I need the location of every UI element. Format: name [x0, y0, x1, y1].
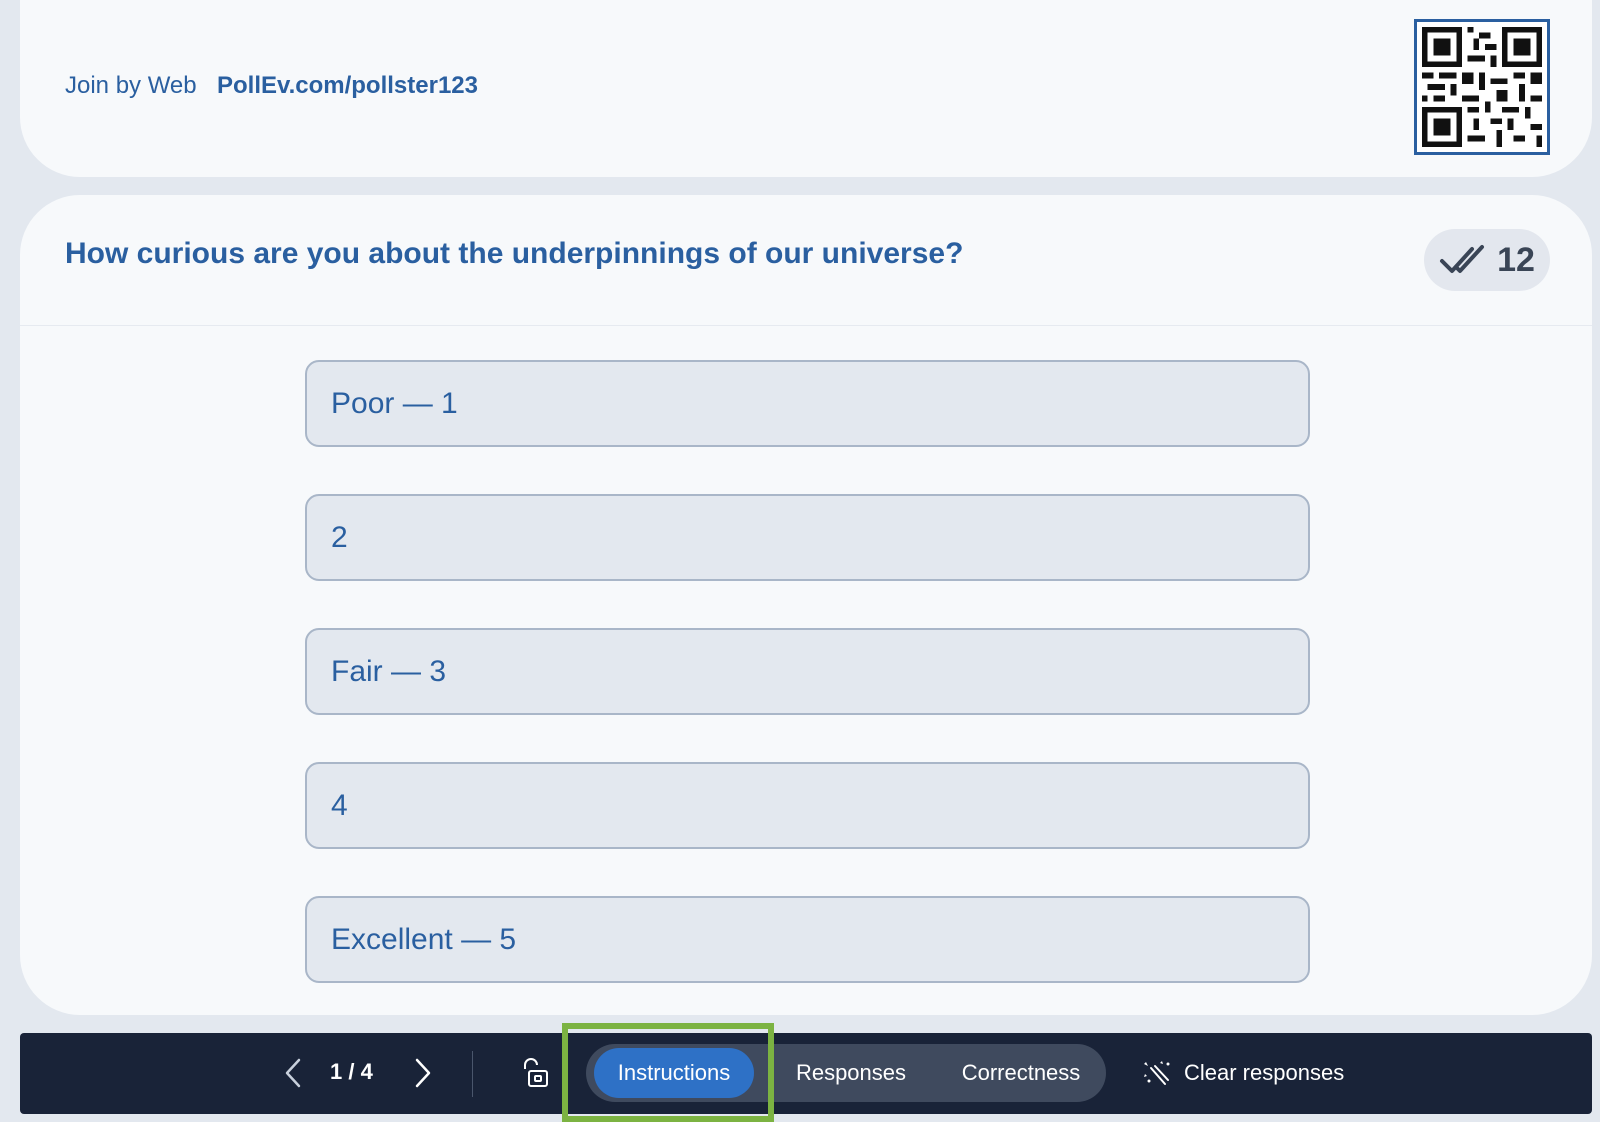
poll-options: Poor — 1 2 Fair — 3 4 Excellent — 5 [305, 360, 1310, 1030]
unlock-icon [524, 1058, 548, 1087]
view-mode-tabs: Instructions Responses Correctness [586, 1044, 1106, 1102]
next-button[interactable] [405, 1055, 441, 1091]
previous-button[interactable] [275, 1055, 311, 1091]
option-4[interactable]: 4 [305, 762, 1310, 849]
response-count-badge: 12 [1424, 229, 1550, 291]
double-check-icon [1440, 245, 1485, 273]
tab-responses[interactable]: Responses [766, 1044, 936, 1102]
tab-instructions[interactable]: Instructions [594, 1048, 754, 1098]
qr-code-icon [1414, 19, 1550, 155]
poll-card: How curious are you about the underpinni… [20, 195, 1592, 1015]
page-indicator: 1 / 4 [330, 1059, 373, 1084]
clear-responses-label: Clear responses [1184, 1060, 1345, 1085]
chevron-left-icon [285, 1058, 301, 1088]
clear-responses-button[interactable]: Clear responses [1142, 1053, 1344, 1093]
poll-question: How curious are you about the underpinni… [65, 237, 964, 270]
option-poor-1[interactable]: Poor — 1 [305, 360, 1310, 447]
presenter-toolbar: 1 / 4 Instructions Responses Correctness… [20, 1033, 1592, 1114]
tab-correctness[interactable]: Correctness [936, 1044, 1106, 1102]
join-by-web-label: Join by Web [65, 72, 197, 99]
toolbar-separator [472, 1051, 473, 1097]
lock-toggle-button[interactable] [515, 1053, 555, 1093]
join-url[interactable]: PollEv.com/pollster123 [217, 72, 478, 100]
response-count: 12 [1497, 240, 1535, 279]
option-fair-3[interactable]: Fair — 3 [305, 628, 1310, 715]
option-2[interactable]: 2 [305, 494, 1310, 581]
join-card: Join by Web PollEv.com/pollster123 [20, 0, 1592, 177]
clear-sparkle-icon [1144, 1061, 1170, 1085]
divider [20, 325, 1592, 326]
chevron-right-icon [415, 1058, 431, 1088]
option-excellent-5[interactable]: Excellent — 5 [305, 896, 1310, 983]
